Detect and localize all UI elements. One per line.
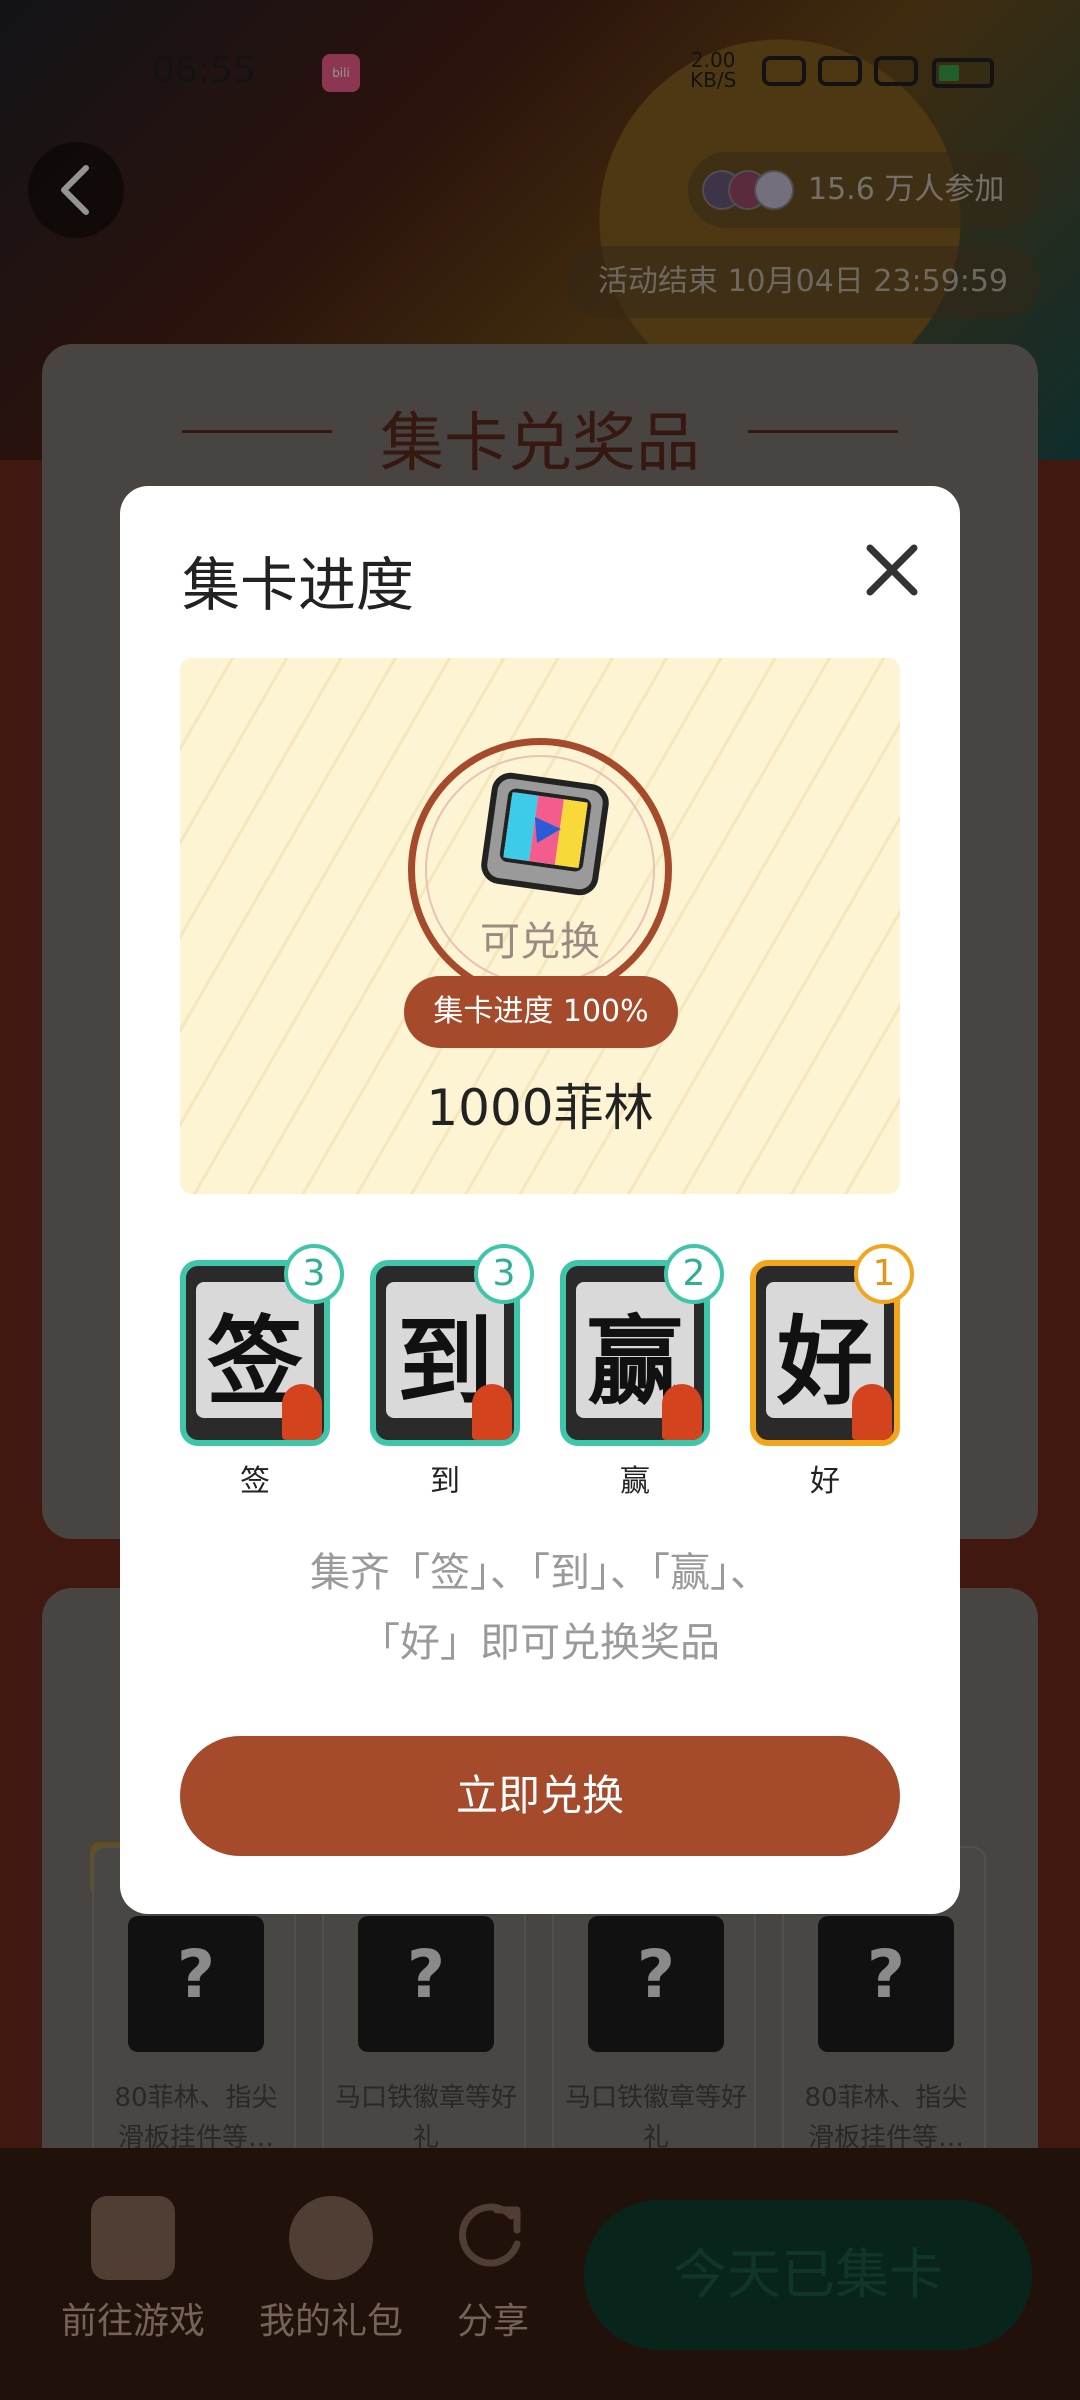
card-slot-qian: 签 3 签 — [180, 1244, 344, 1499]
card-label: 签 — [240, 1464, 270, 1499]
card-slot-ying: 赢 2 赢 — [560, 1244, 724, 1499]
card-progress-dialog: 集卡进度 可兑换 集卡进度 100% 1000菲林 签 3 签 到 3 到 赢 … — [120, 486, 960, 1914]
card-progress-badge: 集卡进度 100% — [404, 976, 678, 1048]
card-slot-dao: 到 3 到 — [370, 1244, 534, 1499]
reward-name: 1000菲林 — [426, 1079, 654, 1137]
card-label: 好 — [810, 1464, 840, 1499]
card-count-badge: 3 — [474, 1244, 534, 1304]
close-icon — [866, 544, 918, 596]
flame-icon — [282, 1384, 322, 1440]
flame-icon — [472, 1384, 512, 1440]
card-count-badge: 3 — [284, 1244, 344, 1304]
redeem-hint: 集齐「签」、「到」、「赢」、 「好」即可兑换奖品 — [170, 1538, 910, 1678]
card-slot-hao: 好 1 好 — [750, 1244, 914, 1499]
hint-line: 「好」即可兑换奖品 — [360, 1620, 720, 1666]
close-button[interactable] — [860, 538, 924, 602]
card-count-badge: 1 — [854, 1244, 914, 1304]
hint-line: 集齐「签」、「到」、「赢」、 — [310, 1550, 770, 1596]
card-label: 赢 — [620, 1464, 650, 1499]
dialog-title: 集卡进度 — [182, 551, 415, 619]
redeem-now-button[interactable]: 立即兑换 — [180, 1736, 900, 1856]
flame-icon — [852, 1384, 892, 1440]
card-label: 到 — [430, 1464, 460, 1499]
redeemable-status: 可兑换 — [480, 919, 600, 965]
flame-icon — [662, 1384, 702, 1440]
reward-ring: 可兑换 — [408, 738, 672, 1002]
reward-panel: 可兑换 集卡进度 100% 1000菲林 — [180, 658, 900, 1194]
film-ticket-icon — [481, 772, 609, 896]
card-count-badge: 2 — [664, 1244, 724, 1304]
